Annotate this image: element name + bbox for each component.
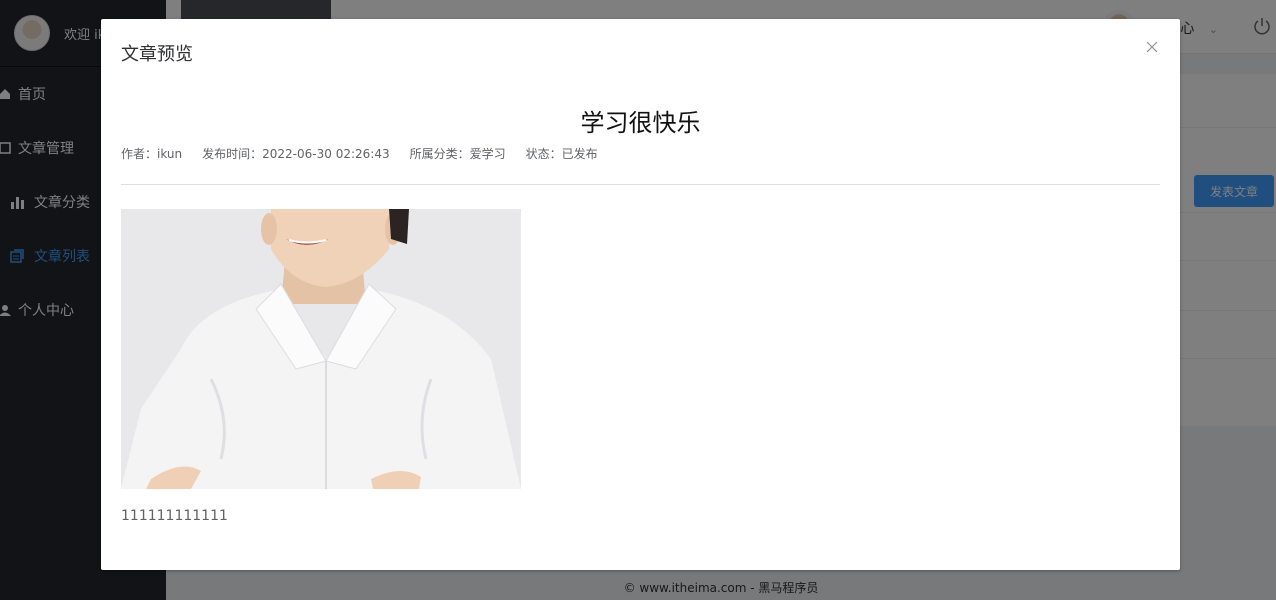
article-cover-image (121, 209, 521, 489)
article-pub-time: 发布时间：2022-06-30 02:26:43 (202, 147, 390, 161)
divider (121, 184, 1160, 185)
close-icon[interactable] (1144, 39, 1160, 55)
article-category: 所属分类：爱学习 (409, 147, 506, 161)
dialog-title: 文章预览 (121, 44, 193, 65)
article-title: 学习很快乐 (580, 109, 701, 137)
article-author: 作者：ikun (121, 147, 183, 161)
article-preview-dialog: 文章预览 学习很快乐 作者：ikun 发布时间：2022-06-30 02:26… (101, 19, 1180, 570)
article-meta: 作者：ikun 发布时间：2022-06-30 02:26:43 所属分类：爱学… (121, 145, 598, 162)
article-state: 状态：已发布 (525, 147, 598, 161)
article-content: 111111111111 (121, 508, 228, 524)
